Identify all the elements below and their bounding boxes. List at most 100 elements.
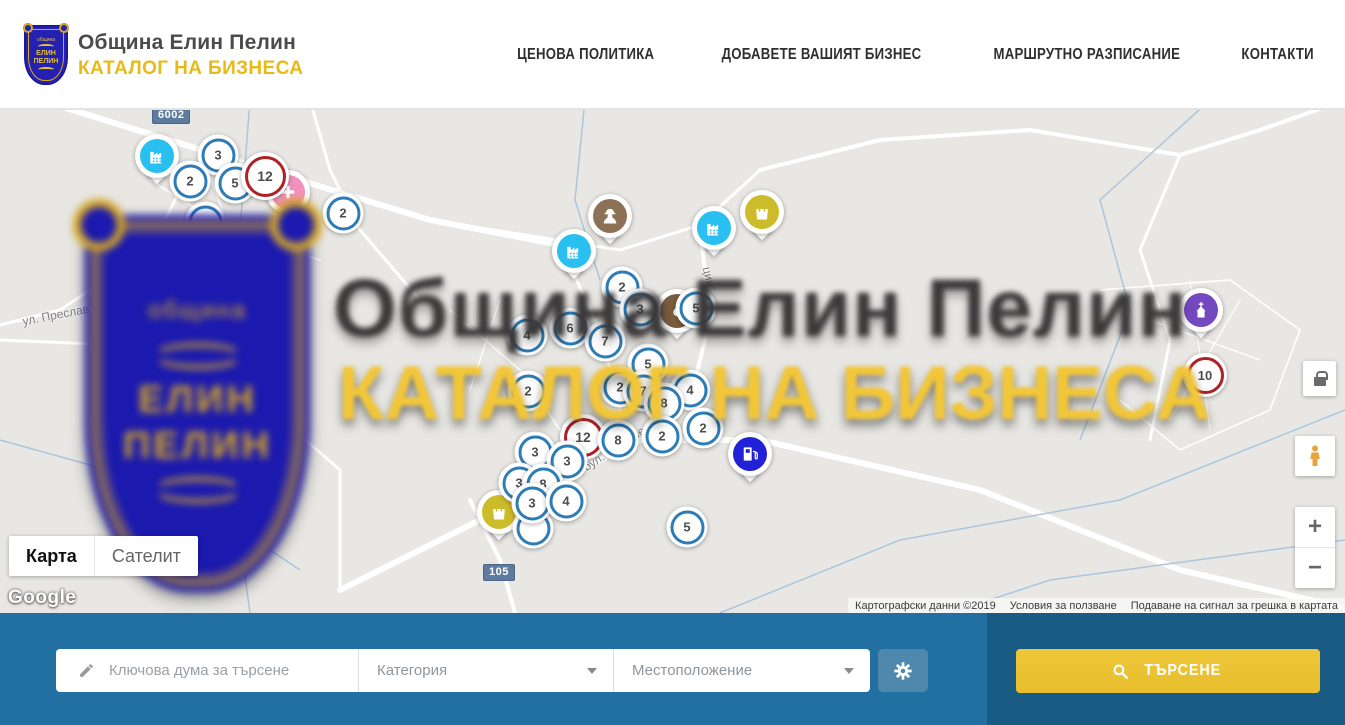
cluster-ring: 8 — [601, 423, 635, 457]
road-shield-label: 105 — [483, 564, 515, 581]
map-type-control: Карта Сателит — [9, 536, 198, 576]
map-attribution: Картографски данни ©2019Условия за ползв… — [848, 598, 1345, 613]
cluster-count: 3 — [528, 496, 535, 511]
bag-pin-marker[interactable] — [740, 190, 784, 234]
factory-icon — [557, 234, 591, 268]
cluster-ring: 4 — [510, 318, 544, 352]
cluster-ring: 2 — [326, 196, 360, 230]
cluster-count: 4 — [686, 383, 693, 398]
cluster-count: 2 — [524, 384, 531, 399]
pegman-button[interactable] — [1295, 436, 1335, 476]
cluster-marker[interactable]: 2 — [508, 371, 549, 412]
pin-head — [552, 229, 596, 273]
pin-head — [692, 206, 736, 250]
cluster-count: 4 — [523, 328, 530, 343]
emblem-name-line2: ПЕЛИН — [34, 58, 59, 66]
cluster-count: 6 — [566, 321, 573, 336]
search-input-group: Категория Местоположение — [56, 649, 870, 692]
zoom-in-button[interactable]: + — [1295, 507, 1335, 547]
cluster-marker[interactable]: 2 — [642, 416, 683, 457]
advanced-settings-button[interactable] — [878, 649, 928, 692]
cluster-marker[interactable]: 2 — [170, 161, 211, 202]
emblem-ornament — [38, 67, 54, 72]
attribution-link-1[interactable]: Условия за ползване — [1003, 600, 1124, 612]
cluster-count: 5 — [231, 176, 238, 191]
category-select[interactable]: Категория — [358, 649, 613, 692]
worker-icon — [593, 199, 627, 233]
cluster-count: 3 — [636, 302, 643, 317]
keyword-search-input[interactable] — [109, 662, 309, 679]
google-map[interactable]: ул. Преславбул. „Новоселции" 6002105 325… — [0, 110, 1345, 613]
cluster-count: 2 — [339, 206, 346, 221]
site-logo[interactable]: община ЕЛИН ПЕЛИН Община Елин Пелин КАТА… — [24, 25, 303, 85]
category-select-label: Категория — [377, 662, 447, 679]
factory-icon — [140, 139, 174, 173]
keyword-segment — [56, 649, 358, 692]
cluster-count: 5 — [683, 520, 690, 535]
search-icon — [1111, 662, 1130, 681]
cluster-ring: 5 — [679, 291, 713, 325]
cluster-marker[interactable]: 12 — [241, 152, 289, 200]
pencil-icon — [78, 662, 95, 679]
cluster-marker[interactable]: 5 — [676, 288, 717, 329]
zoom-out-button[interactable]: − — [1295, 547, 1335, 588]
cluster-count: 8 — [660, 396, 667, 411]
attribution-link-2[interactable]: Подаване на сигнал за грешка в картата — [1124, 600, 1345, 612]
cluster-count: 5 — [644, 357, 651, 372]
cluster-count: 4 — [562, 494, 569, 509]
lock-icon — [1314, 377, 1326, 386]
map-data-copyright: Картографски данни ©2019 — [848, 600, 1003, 612]
location-select[interactable]: Местоположение — [613, 649, 870, 692]
cluster-marker[interactable]: 4 — [546, 481, 587, 522]
bag-icon — [745, 195, 779, 229]
factory-pin-marker[interactable] — [552, 229, 596, 273]
emblem-ornament — [38, 44, 54, 49]
cluster-ring: 4 — [549, 484, 583, 518]
cluster-ring: 2 — [686, 411, 720, 445]
emblem-top-word: община — [37, 37, 55, 43]
nav-item-2[interactable]: МАРШРУТНО РАЗПИСАНИЕ — [994, 46, 1181, 64]
map-type-map-button[interactable]: Карта — [9, 536, 94, 576]
nav-item-3[interactable]: КОНТАКТИ — [1241, 46, 1313, 64]
cluster-ring: 3 — [515, 486, 549, 520]
main-nav: ЦЕНОВА ПОЛИТИКА ДОБАВЕТЕ ВАШИЯТ БИЗНЕС МАР… — [505, 0, 1320, 110]
search-submit-button[interactable]: ТЪРСЕНЕ — [1016, 649, 1320, 693]
cluster-count: 3 — [531, 445, 538, 460]
factory-pin-marker[interactable] — [692, 206, 736, 250]
cluster-count: 2 — [186, 174, 193, 189]
cluster-marker[interactable]: 2 — [323, 193, 364, 234]
zoom-control: + − — [1295, 507, 1335, 588]
location-select-label: Местоположение — [632, 662, 752, 679]
road-shield-label: 6002 — [152, 110, 190, 124]
site-header: община ЕЛИН ПЕЛИН Община Елин Пелин КАТА… — [0, 0, 1345, 110]
fuel-pin-marker[interactable] — [728, 432, 772, 476]
site-title: Община Елин Пелин — [78, 31, 303, 55]
google-logo[interactable]: Google — [8, 587, 76, 609]
cluster-marker[interactable]: 4 — [507, 315, 548, 356]
cluster-ring: 3 — [623, 292, 657, 326]
cluster-ring: 12 — [245, 156, 286, 197]
gear-icon — [892, 660, 914, 682]
cluster-count: 5 — [692, 301, 699, 316]
cluster-marker[interactable]: 5 — [667, 507, 708, 548]
cluster-marker[interactable]: 3 — [620, 289, 661, 330]
cluster-marker[interactable]: 2 — [683, 408, 724, 449]
cluster-ring: 6 — [553, 311, 587, 345]
pin-head — [740, 190, 784, 234]
search-submit-label: ТЪРСЕНЕ — [1144, 662, 1221, 680]
cluster-marker[interactable]: 10 — [1183, 353, 1227, 397]
cluster-count: 12 — [257, 168, 273, 184]
cluster-marker[interactable]: 7 — [585, 321, 626, 362]
cluster-marker[interactable] — [185, 202, 226, 243]
nav-item-0[interactable]: ЦЕНОВА ПОЛИТИКА — [517, 46, 654, 64]
nav-item-1[interactable]: ДОБАВЕТЕ ВАШИЯТ БИЗНЕС — [722, 46, 922, 64]
map-type-satellite-button[interactable]: Сателит — [94, 536, 198, 576]
cluster-ring — [188, 205, 222, 239]
church-icon — [1184, 293, 1218, 327]
chevron-down-icon — [844, 668, 854, 674]
cluster-count: 2 — [618, 280, 625, 295]
lock-button[interactable] — [1303, 361, 1336, 396]
pegman-icon — [1303, 444, 1327, 468]
cluster-marker[interactable]: 8 — [598, 420, 639, 461]
church-pin-marker[interactable] — [1179, 288, 1223, 332]
